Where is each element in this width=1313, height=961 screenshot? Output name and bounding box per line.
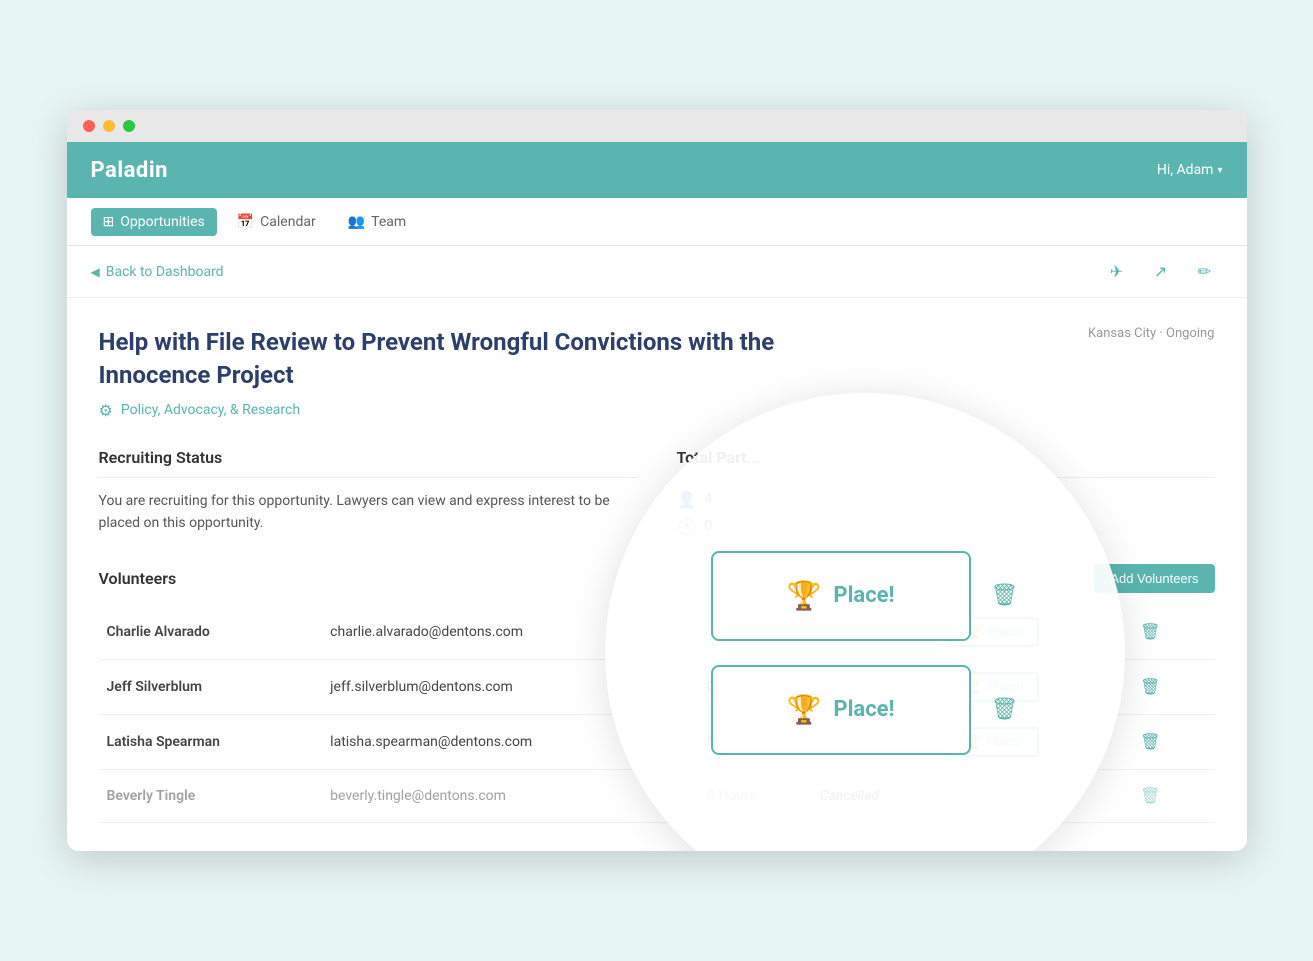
team-label: Team <box>371 214 406 230</box>
browser-window: Paladin Hi, Adam ▾ ⊞ Opportunities 📅 Cal… <box>67 110 1247 851</box>
total-participants-section: Total Part... 👤 4 🕐 0 <box>677 448 1215 536</box>
volunteer-status <box>812 659 942 714</box>
opportunity-location: Kansas City · Ongoing <box>1088 326 1214 341</box>
main-content: Help with File Review to Prevent Wrongfu… <box>67 298 1247 851</box>
place-label: Place! <box>987 734 1023 749</box>
delete-cell: 🗑 <box>1124 714 1214 769</box>
stat-row-people: 👤 4 <box>677 490 1215 509</box>
time-icon: 🕐 <box>677 517 697 536</box>
opportunity-title: Help with File Review to Prevent Wrongfu… <box>99 326 799 391</box>
volunteer-name: Latisha Spearman <box>99 714 323 769</box>
category-icon: ⚙ <box>99 401 113 420</box>
nav-tab-calendar[interactable]: 📅 Calendar <box>225 208 328 236</box>
edit-button[interactable]: ✏ <box>1187 254 1223 290</box>
table-row: Jeff Silverblum jeff.silverblum@dentons.… <box>99 659 1215 714</box>
user-greeting[interactable]: Hi, Adam ▾ <box>1157 162 1223 178</box>
volunteer-actions: 🏆 Place! <box>942 714 1124 769</box>
delete-button[interactable]: 🗑 <box>1132 618 1168 646</box>
export-icon: ↗ <box>1154 262 1167 282</box>
place-button[interactable]: 🏆 Place! <box>950 617 1039 647</box>
volunteers-header: Volunteers Add Volunteers <box>99 564 1215 593</box>
two-col-section: Recruiting Status You are recruiting for… <box>99 448 1215 536</box>
delete-cell: 🗑 <box>1124 769 1214 822</box>
volunteer-actions: 🏆 Place! <box>942 605 1124 660</box>
delete-cell: 🗑 <box>1124 659 1214 714</box>
nav-tab-team[interactable]: 👥 Team <box>336 208 418 236</box>
browser-dot-yellow <box>103 120 115 132</box>
export-button[interactable]: ↗ <box>1143 254 1179 290</box>
delete-cell: 🗑 <box>1124 605 1214 660</box>
delete-button[interactable]: 🗑 <box>1132 782 1168 810</box>
volunteer-name: Jeff Silverblum <box>99 659 323 714</box>
chevron-down-icon: ▾ <box>1217 165 1222 176</box>
volunteer-actions <box>942 769 1124 822</box>
volunteer-email: jeff.silverblum@dentons.com <box>322 659 699 714</box>
total-participants-title: Total Part... <box>677 448 1215 478</box>
browser-chrome <box>67 110 1247 142</box>
volunteer-email: beverly.tingle@dentons.com <box>322 769 699 822</box>
opportunities-icon: ⊞ <box>103 214 115 230</box>
browser-dot-red <box>83 120 95 132</box>
place-label: Place! <box>987 679 1023 694</box>
volunteer-name: Beverly Tingle <box>99 769 323 822</box>
recruiting-status-body: You are recruiting for this opportunity.… <box>99 490 637 535</box>
volunteer-hours: 5 Hours <box>699 714 812 769</box>
place-button[interactable]: 🏆 Place! <box>950 672 1039 702</box>
back-bar: ◀ Back to Dashboard ✈ ↗ ✏ <box>67 246 1247 298</box>
back-to-dashboard[interactable]: ◀ Back to Dashboard <box>91 264 224 280</box>
delete-button[interactable]: 🗑 <box>1132 728 1168 756</box>
opportunity-category: ⚙ Policy, Advocacy, & Research <box>99 401 799 420</box>
volunteers-table: Charlie Alvarado charlie.alvarado@denton… <box>99 605 1215 823</box>
stats-list: 👤 4 🕐 0 <box>677 490 1215 536</box>
volunteers-title: Volunteers <box>99 569 177 588</box>
volunteer-status: Cancelled <box>812 769 942 822</box>
team-icon: 👥 <box>348 214 365 230</box>
recruiting-status-title: Recruiting Status <box>99 448 637 478</box>
nav-tab-opportunities[interactable]: ⊞ Opportunities <box>91 208 217 236</box>
calendar-label: Calendar <box>260 214 316 230</box>
volunteer-status <box>812 605 942 660</box>
add-volunteers-button[interactable]: Add Volunteers <box>1094 564 1214 593</box>
stat-row-time: 🕐 0 <box>677 517 1215 536</box>
greeting-text: Hi, Adam <box>1157 162 1214 178</box>
volunteer-name: Charlie Alvarado <box>99 605 323 660</box>
volunteer-actions: 🏆 Place! <box>942 659 1124 714</box>
delete-button[interactable]: 🗑 <box>1132 673 1168 701</box>
browser-dot-green <box>123 120 135 132</box>
action-icons: ✈ ↗ ✏ <box>1099 254 1223 290</box>
opportunities-label: Opportunities <box>120 214 205 230</box>
volunteer-hours: 0 h <box>699 659 812 714</box>
volunteer-email: charlie.alvarado@dentons.com <box>322 605 699 660</box>
table-row: Beverly Tingle beverly.tingle@dentons.co… <box>99 769 1215 822</box>
table-row: Latisha Spearman latisha.spearman@denton… <box>99 714 1215 769</box>
volunteer-hours <box>699 605 812 660</box>
edit-icon: ✏ <box>1198 262 1211 282</box>
trophy-icon: 🏆 <box>966 734 982 750</box>
sub-nav: ⊞ Opportunities 📅 Calendar 👥 Team <box>67 198 1247 246</box>
place-button[interactable]: 🏆 Place! <box>950 727 1039 757</box>
stat-people-value: 4 <box>704 491 712 507</box>
people-icon: 👤 <box>677 490 697 509</box>
trophy-icon: 🏆 <box>966 679 982 695</box>
volunteer-hours: 0 Hours <box>699 769 812 822</box>
send-icon: ✈ <box>1110 262 1123 282</box>
app-logo: Paladin <box>91 158 168 183</box>
recruiting-status-section: Recruiting Status You are recruiting for… <box>99 448 637 536</box>
volunteers-section: Volunteers Add Volunteers Charlie Alvara… <box>99 564 1215 823</box>
category-label: Policy, Advocacy, & Research <box>121 402 300 418</box>
back-label: Back to Dashboard <box>106 264 224 280</box>
table-row: Charlie Alvarado charlie.alvarado@denton… <box>99 605 1215 660</box>
stat-time-value: 0 <box>704 518 712 534</box>
top-nav: Paladin Hi, Adam ▾ <box>67 142 1247 198</box>
volunteer-email: latisha.spearman@dentons.com <box>322 714 699 769</box>
calendar-icon: 📅 <box>237 214 254 230</box>
send-button[interactable]: ✈ <box>1099 254 1135 290</box>
place-label: Place! <box>987 624 1023 639</box>
back-arrow-icon: ◀ <box>91 265 100 279</box>
trophy-icon: 🏆 <box>966 624 982 640</box>
volunteer-status <box>812 714 942 769</box>
